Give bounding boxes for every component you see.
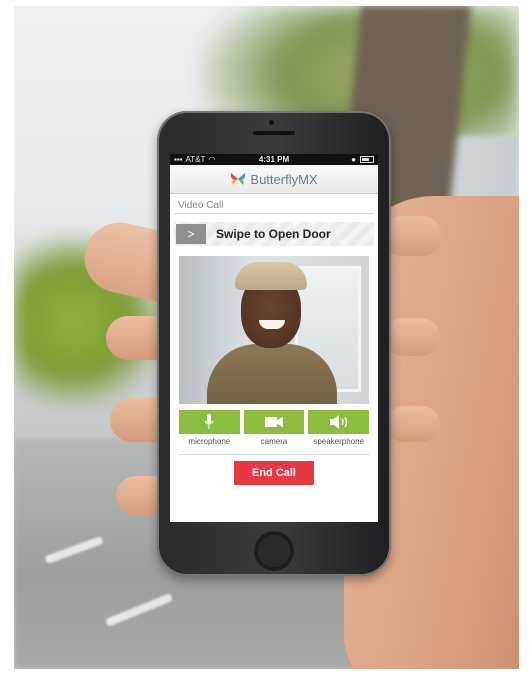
finger (382, 216, 442, 256)
butterfly-logo-icon (231, 173, 246, 185)
microphone-label: microphone (188, 437, 231, 446)
camera-button[interactable] (243, 410, 305, 434)
carrier-label: AT&T (185, 155, 206, 164)
microphone-icon (204, 414, 214, 429)
call-controls: microphone camera speakerphone (179, 410, 370, 446)
end-call-button[interactable]: End Call (234, 461, 314, 485)
home-button[interactable] (254, 531, 294, 571)
smartphone: ▪▪▪ AT&T ◠ 4:31 PM ● ButterflyMX Video C… (157, 111, 391, 576)
video-feed (179, 256, 369, 404)
speaker-icon (329, 415, 347, 429)
clock: 4:31 PM (258, 155, 290, 164)
earpiece (253, 131, 295, 135)
speakerphone-control: speakerphone (308, 410, 370, 446)
signal-icon: ▪▪▪ (174, 155, 183, 164)
alarm-icon: ● (351, 155, 357, 164)
brand-name: ButterflyMX (250, 171, 318, 187)
microphone-button[interactable] (179, 410, 240, 434)
swipe-label: Swipe to Open Door (216, 227, 331, 241)
finger (384, 318, 440, 356)
swipe-to-open-slider[interactable]: > Swipe to Open Door (174, 222, 374, 246)
phone-screen: ▪▪▪ AT&T ◠ 4:31 PM ● ButterflyMX Video C… (170, 154, 378, 522)
front-camera (269, 120, 274, 125)
swipe-handle[interactable]: > (176, 224, 206, 244)
camera-icon (265, 417, 283, 427)
status-bar: ▪▪▪ AT&T ◠ 4:31 PM ● (170, 154, 378, 165)
finger (386, 406, 440, 442)
camera-control: camera (243, 410, 305, 446)
divider (179, 454, 369, 455)
visitor-cap (235, 262, 307, 290)
speakerphone-button[interactable] (308, 410, 370, 434)
speakerphone-label: speakerphone (313, 437, 365, 446)
wifi-icon: ◠ (208, 155, 216, 164)
section-label: Video Call (174, 194, 374, 214)
battery-icon (360, 156, 375, 163)
microphone-control: microphone (179, 410, 240, 446)
app-header: ButterflyMX (170, 165, 378, 194)
camera-label: camera (260, 437, 288, 446)
